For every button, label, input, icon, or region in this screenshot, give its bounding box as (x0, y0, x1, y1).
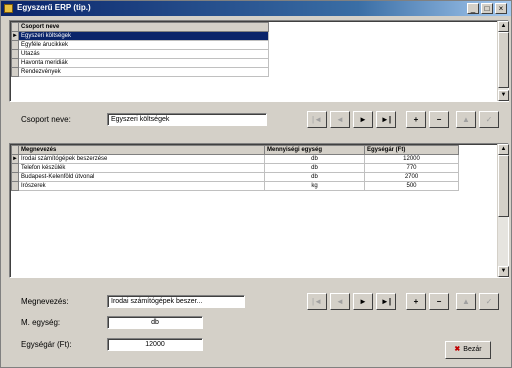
row-indicator (11, 49, 19, 59)
table-row[interactable]: ► Irodai számítógépek beszerzése db 1200… (11, 154, 459, 164)
group-name-label: Csoport neve: (21, 115, 71, 124)
table-row[interactable]: Utazás (11, 49, 269, 59)
item-unit-cell[interactable]: kg (264, 181, 365, 191)
price-field[interactable]: 12000 (107, 338, 203, 351)
post-record-button[interactable]: ✓ (479, 293, 499, 310)
scroll-thumb[interactable] (498, 155, 509, 217)
add-record-button[interactable]: + (406, 293, 426, 310)
window-title: Egyszerű ERP (tip.) (17, 3, 91, 12)
group-list-scrollbar[interactable]: ▲ ▼ (497, 21, 509, 101)
post-record-button[interactable]: ✓ (479, 111, 499, 128)
item-price-cell[interactable]: 500 (364, 181, 459, 191)
group-cell[interactable]: Egyféle árucikkek (18, 40, 269, 50)
row-indicator (11, 67, 19, 77)
item-name-cell[interactable]: Telefon készülék (18, 163, 265, 173)
item-list-panel: Megnevezés Mennyiségi egység Egységár (F… (9, 143, 509, 278)
item-list-scrollbar[interactable]: ▲ ▼ (497, 144, 509, 277)
close-icon: ✖ (454, 346, 461, 353)
row-indicator (11, 58, 19, 68)
item-grid: Megnevezés Mennyiségi egység Egységár (F… (11, 145, 459, 191)
table-row[interactable]: Havonta meridiák (11, 58, 269, 68)
first-record-button[interactable]: |◄ (307, 111, 327, 128)
next-record-button[interactable]: ► (353, 111, 373, 128)
edit-record-button[interactable]: ▲ (456, 111, 476, 128)
delete-record-button[interactable]: − (429, 293, 449, 310)
group-cell[interactable]: Egyszeri költségek (18, 31, 269, 41)
table-row[interactable]: Telefon készülék db 770 (11, 163, 459, 173)
row-indicator (11, 163, 19, 173)
add-record-button[interactable]: + (406, 111, 426, 128)
scroll-thumb[interactable] (498, 32, 509, 88)
item-unit-cell[interactable]: db (264, 154, 365, 164)
name-column-header[interactable]: Megnevezés (18, 145, 265, 155)
group-grid: Csoport neve ► Egyszeri költségek Egyfél… (11, 22, 269, 77)
app-icon (4, 4, 13, 13)
prev-record-button[interactable]: ◄ (330, 111, 350, 128)
close-dialog-label: Bezár (463, 346, 482, 353)
item-name-cell[interactable]: Irószerek (18, 181, 265, 191)
row-indicator (11, 172, 19, 182)
minimize-button[interactable]: _ (467, 3, 479, 14)
edit-record-button[interactable]: ▲ (456, 293, 476, 310)
item-unit-cell[interactable]: db (264, 172, 365, 182)
unit-column-header[interactable]: Mennyiségi egység (264, 145, 365, 155)
group-list-panel: Csoport neve ► Egyszeri költségek Egyfél… (9, 20, 509, 102)
scroll-up-icon[interactable]: ▲ (498, 144, 509, 155)
item-price-cell[interactable]: 12000 (364, 154, 459, 164)
table-row[interactable]: Rendezvények (11, 67, 269, 77)
price-label: Egységár (Ft): (21, 340, 72, 349)
close-dialog-button[interactable]: ✖ Bezár (445, 341, 491, 359)
name-label: Megnevezés: (21, 297, 69, 306)
table-row[interactable]: Budapest-Kelenföld útvonal db 2700 (11, 172, 459, 182)
group-cell[interactable]: Rendezvények (18, 67, 269, 77)
title-bar[interactable]: Egyszerű ERP (tip.) _ □ × (1, 1, 511, 16)
last-record-button[interactable]: ►| (376, 293, 396, 310)
item-unit-cell[interactable]: db (264, 163, 365, 173)
group-cell[interactable]: Havonta meridiák (18, 58, 269, 68)
item-price-cell[interactable]: 2700 (364, 172, 459, 182)
item-name-cell[interactable]: Budapest-Kelenföld útvonal (18, 172, 265, 182)
scroll-down-icon[interactable]: ▼ (498, 266, 509, 277)
group-name-field[interactable]: Egyszeri költségek (107, 113, 267, 126)
group-cell[interactable]: Utazás (18, 49, 269, 59)
prev-record-button[interactable]: ◄ (330, 293, 350, 310)
item-name-cell[interactable]: Irodai számítógépek beszerzése (18, 154, 265, 164)
current-row-arrow-icon: ► (11, 31, 19, 41)
close-button[interactable]: × (495, 3, 507, 14)
row-indicator (11, 181, 19, 191)
scroll-up-icon[interactable]: ▲ (498, 21, 509, 32)
main-window: Egyszerű ERP (tip.) _ □ × Csoport neve ►… (0, 0, 512, 368)
name-field[interactable]: Irodai számítógépek beszer... (107, 295, 245, 308)
scroll-down-icon[interactable]: ▼ (498, 90, 509, 101)
unit-field[interactable]: db (107, 316, 203, 329)
group-name-header[interactable]: Csoport neve (18, 22, 269, 32)
price-column-header[interactable]: Egységár (Ft) (364, 145, 459, 155)
last-record-button[interactable]: ►| (376, 111, 396, 128)
maximize-button[interactable]: □ (481, 3, 493, 14)
row-indicator-header (11, 145, 19, 155)
table-row[interactable]: Irószerek kg 500 (11, 181, 459, 191)
unit-label: M. egység: (21, 318, 61, 327)
first-record-button[interactable]: |◄ (307, 293, 327, 310)
row-indicator-header (11, 22, 19, 32)
item-price-cell[interactable]: 770 (364, 163, 459, 173)
next-record-button[interactable]: ► (353, 293, 373, 310)
table-row[interactable]: ► Egyszeri költségek (11, 31, 269, 41)
current-row-arrow-icon: ► (11, 154, 19, 164)
row-indicator (11, 40, 19, 50)
table-row[interactable]: Egyféle árucikkek (11, 40, 269, 50)
delete-record-button[interactable]: − (429, 111, 449, 128)
